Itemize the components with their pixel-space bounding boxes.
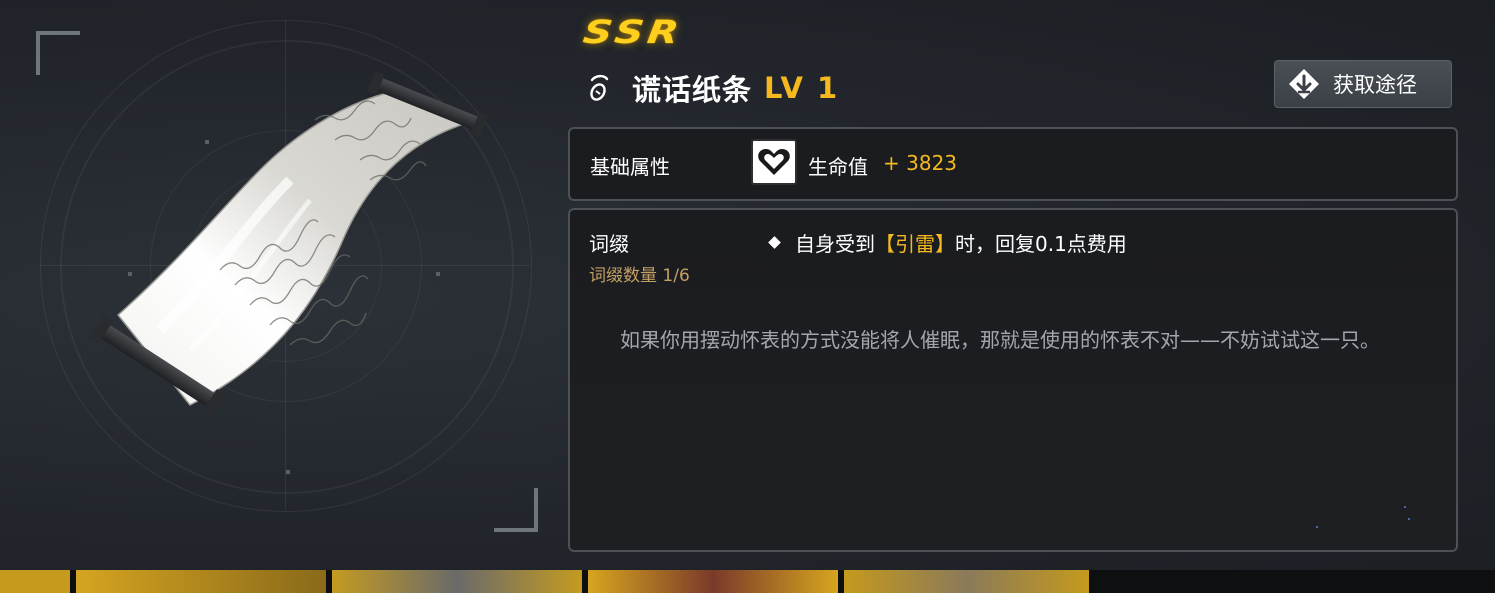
affix-effect-suffix: 时，回复0.1点费用 [955,232,1127,256]
flavor-text: 如果你用摆动怀表的方式没能将人催眠，那就是使用的怀表不对——不妨试试这一只。 [620,328,1380,352]
item-name: 谎话纸条 [632,73,753,107]
item-showcase [0,0,560,570]
base-stats-panel: 基础属性 生命值 + 3823 [568,127,1458,201]
item-level: LV 1 [764,71,840,105]
affix-effect: 自身受到 【引雷】 时，回复0.1点费用 [766,228,1127,257]
stat-value: + 3823 [883,151,958,175]
rarity-badge: SSR [580,14,685,51]
diamond-bullet-icon [768,236,781,249]
affix-effect-keyword[interactable]: 【引雷】 [875,228,955,257]
paper-scroll-image [90,71,488,416]
frame-corner-bottom-right [494,488,538,532]
charm-icon [586,73,612,103]
affix-label: 词缀 [589,232,629,256]
acquire-arrow-icon [1289,69,1319,99]
thumbnail-card[interactable] [588,570,838,593]
thumbnail-card[interactable] [0,570,70,593]
item-title-row: 谎话纸条 LV 1 [586,66,839,110]
thumbnail-card[interactable] [844,570,1089,593]
thumbnail-card[interactable] [332,570,582,593]
equipment-detail-screen: SSR 谎话纸条 LV 1 获取途径 基础属性 生命值 + 3823 词缀 词缀… [0,0,1495,593]
sparkle-decoration [1408,518,1410,520]
affix-count: 词缀数量 1/6 [589,266,690,286]
thumbnail-card[interactable] [76,570,326,593]
acquire-source-button[interactable]: 获取途径 [1274,60,1452,108]
sparkle-decoration [1316,526,1318,528]
stat-name: 生命值 [808,155,868,179]
heart-icon [751,139,797,185]
base-stats-label: 基础属性 [590,155,670,179]
affix-panel: 词缀 词缀数量 1/6 自身受到 【引雷】 时，回复0.1点费用 如果你用摆动怀… [568,208,1458,552]
acquire-source-label: 获取途径 [1333,73,1417,97]
bottom-thumbnail-strip [0,570,1495,593]
showcase-dot [286,470,290,474]
affix-effect-prefix: 自身受到 [795,232,875,256]
sparkle-decoration [1404,506,1406,508]
